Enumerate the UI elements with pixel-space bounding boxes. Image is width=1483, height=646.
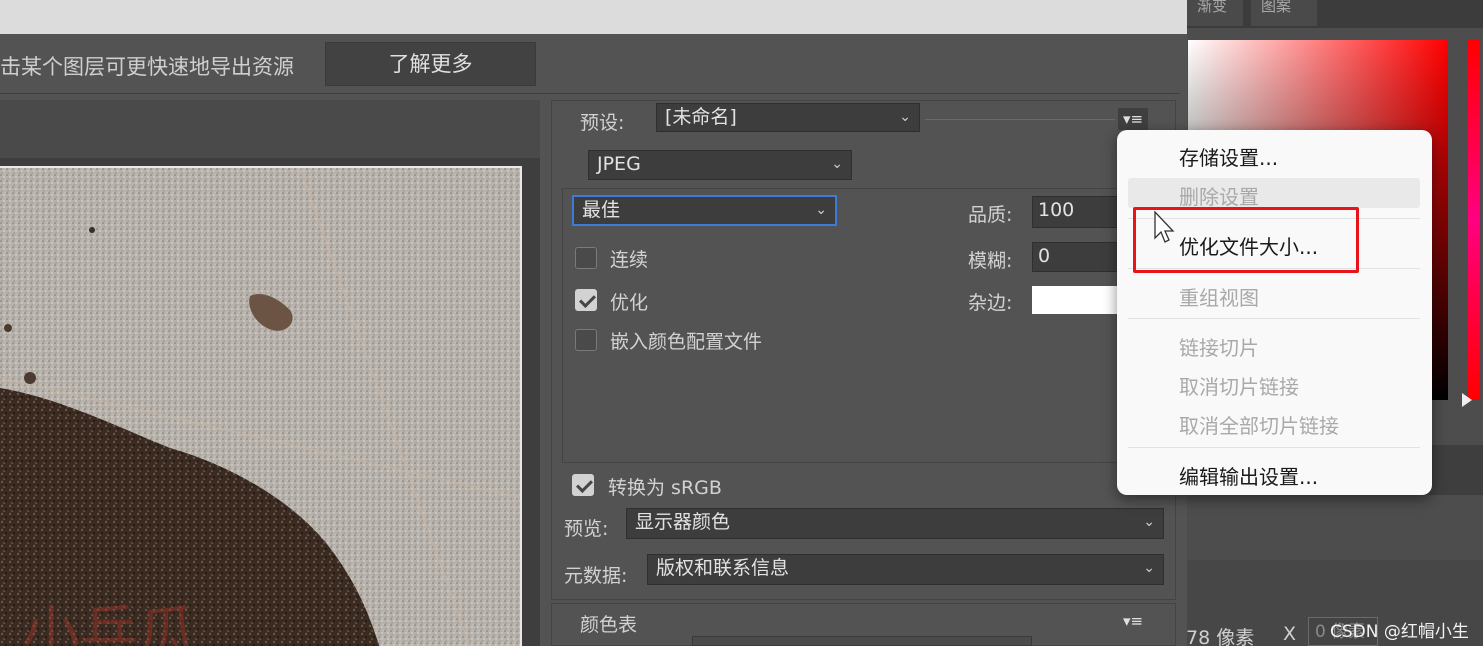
preview-select[interactable]: 显示器颜色 ⌄ [626, 508, 1164, 539]
blur-input[interactable]: 0 [1032, 242, 1120, 272]
chevron-down-icon: ⌄ [1143, 514, 1155, 530]
hint-text: 击某个图层可更快速地导出资源 [0, 55, 294, 79]
menu-item-delete-settings[interactable]: 删除设置 [1179, 181, 1259, 210]
right-panel-tabs: 渐变 图案 [1187, 0, 1483, 28]
color-table-label: 颜色表 [580, 614, 638, 636]
embed-profile-label: 嵌入颜色配置文件 [610, 331, 763, 353]
learn-more-button[interactable]: 了解更多 [325, 42, 536, 86]
quality-input[interactable]: 100 [1032, 196, 1120, 228]
menu-item-link-slices[interactable]: 链接切片 [1179, 332, 1259, 361]
quality-preset-value: 最佳 [582, 199, 621, 221]
preview-image[interactable]: 小兵瓜 [0, 166, 522, 646]
preset-value: [未命名] [665, 106, 737, 128]
menu-hover-highlight [1128, 178, 1420, 208]
tab-pattern[interactable]: 图案 [1251, 0, 1317, 26]
settings-menu-icon[interactable]: ▾≡ [1118, 108, 1148, 130]
chevron-down-icon: ⌄ [831, 156, 843, 172]
embed-profile-checkbox[interactable] [575, 329, 597, 351]
preview-value: 显示器颜色 [635, 511, 731, 533]
pixel-size-readout: 78 像素 [1186, 627, 1255, 646]
format-value: JPEG [597, 153, 641, 175]
menu-separator [1128, 318, 1420, 319]
menu-item-unlink-all-slices[interactable]: 取消全部切片链接 [1179, 410, 1339, 439]
metadata-label: 元数据: [564, 565, 628, 587]
convert-srgb-label: 转换为 sRGB [608, 477, 722, 499]
hue-slider[interactable] [1468, 40, 1480, 400]
tab-gradient[interactable]: 渐变 [1187, 0, 1243, 26]
quality-label: 品质: [968, 204, 1013, 226]
matte-swatch[interactable] [1032, 286, 1120, 314]
chevron-down-icon: ⌄ [1143, 560, 1155, 576]
color-table-menu-icon[interactable]: ▾≡ [1118, 610, 1148, 632]
preview-photo [0, 168, 520, 646]
menu-item-unlink-slice[interactable]: 取消切片链接 [1179, 371, 1299, 400]
menu-item-edit-output-settings[interactable]: 编辑输出设置... [1179, 461, 1318, 490]
menu-item-repopulate-views[interactable]: 重组视图 [1179, 282, 1259, 311]
chevron-down-icon: ⌄ [815, 202, 827, 218]
blur-label: 模糊: [968, 250, 1013, 272]
mouse-cursor-icon [1154, 210, 1175, 243]
x-coordinate-label: X [1283, 623, 1297, 645]
format-select[interactable]: JPEG ⌄ [588, 150, 852, 180]
optimize-label: 优化 [610, 292, 649, 314]
progressive-checkbox[interactable] [575, 247, 597, 269]
metadata-value: 版权和联系信息 [656, 557, 790, 579]
quality-preset-select[interactable]: 最佳 ⌄ [572, 195, 837, 226]
preview-watermark: 小兵瓜 [22, 599, 197, 646]
preview-label: 预览: [564, 518, 609, 540]
metadata-select[interactable]: 版权和联系信息 ⌄ [647, 554, 1164, 585]
matte-label: 杂边: [968, 292, 1013, 314]
format-options-box [562, 188, 1122, 463]
preset-separator [925, 119, 1115, 120]
optimize-checkbox[interactable] [575, 289, 597, 311]
convert-srgb-checkbox[interactable] [572, 474, 594, 496]
preset-select[interactable]: [未命名] ⌄ [656, 103, 920, 132]
csdn-watermark: CSDN @红帽小生 [1330, 622, 1469, 642]
menu-separator [1128, 447, 1420, 448]
preset-label: 预设: [580, 112, 625, 134]
preview-tab-strip [0, 100, 540, 158]
hue-slider-handle[interactable] [1462, 393, 1472, 407]
color-table-swatches [692, 636, 1032, 646]
title-bar [0, 0, 1187, 34]
progressive-label: 连续 [610, 249, 649, 271]
menu-item-save-settings[interactable]: 存储设置... [1179, 142, 1278, 171]
chevron-down-icon: ⌄ [899, 109, 911, 125]
